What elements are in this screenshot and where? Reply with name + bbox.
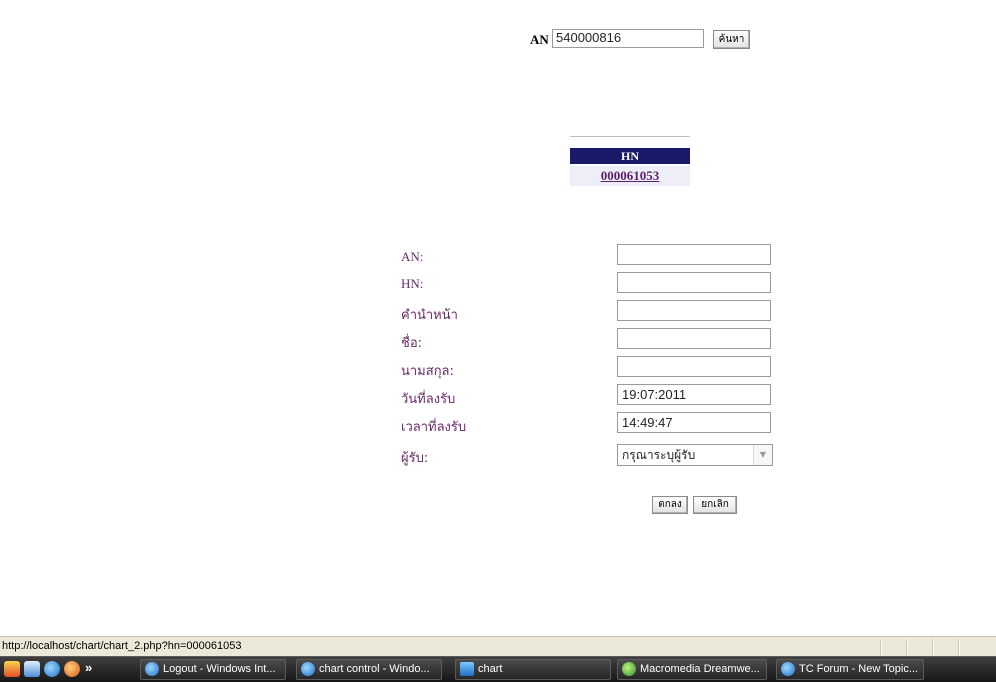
taskbar-item-chart-control[interactable]: chart control - Windo... [296, 659, 442, 680]
folder-icon [460, 662, 474, 676]
an-search-input[interactable]: 540000816 [552, 29, 704, 48]
prefix-field[interactable] [617, 300, 771, 321]
firefox-icon[interactable] [64, 661, 80, 677]
received-time-label: เวลาที่ลงรับ [401, 420, 467, 435]
show-desktop-icon[interactable] [4, 661, 20, 677]
ok-button[interactable]: ตกลง [652, 496, 688, 514]
cancel-button[interactable]: ยกเลิก [693, 496, 737, 514]
received-date-label: วันที่ลงรับ [401, 392, 456, 407]
taskbar-item-chart[interactable]: chart [455, 659, 611, 680]
received-time-field[interactable]: 14:49:47 [617, 412, 771, 433]
quicklaunch-chevron[interactable]: » [85, 660, 92, 675]
receiver-selected-value: กรุณาระบุผู้รับ [622, 448, 696, 462]
status-url: http://localhost/chart/chart_2.php?hn=00… [2, 640, 242, 652]
hn-table-header: HN [570, 148, 690, 164]
taskbar: » Logout - Windows Int... chart control … [0, 656, 996, 682]
receiver-select[interactable]: กรุณาระบุผู้รับ ▼ [617, 444, 773, 466]
hn-field-label: HN: [401, 276, 424, 291]
status-divider [932, 639, 934, 655]
an-search-label: AN [530, 32, 549, 47]
received-date-field[interactable]: 19:07:2011 [617, 384, 771, 405]
an-field[interactable] [617, 244, 771, 265]
hn-table-rule [570, 136, 690, 137]
an-field-label: AN: [401, 249, 424, 264]
search-button[interactable]: ค้นหา [713, 30, 750, 49]
taskbar-item-label: TC Forum - New Topic... [799, 663, 918, 675]
ie-icon[interactable] [44, 661, 60, 677]
firstname-field-label: ชื่อ: [401, 336, 423, 351]
dreamweaver-icon [622, 662, 636, 676]
ie-icon [781, 662, 795, 676]
status-bar: http://localhost/chart/chart_2.php?hn=00… [0, 636, 996, 656]
chevron-down-icon[interactable]: ▼ [753, 445, 772, 465]
hn-field[interactable] [617, 272, 771, 293]
firstname-field[interactable] [617, 328, 771, 349]
ie-icon [301, 662, 315, 676]
lastname-field-label: นามสกุล: [401, 364, 454, 379]
taskbar-item-label: chart control - Windo... [319, 663, 430, 675]
prefix-field-label: คำนำหน้า [401, 308, 458, 323]
lastname-field[interactable] [617, 356, 771, 377]
taskbar-item-label: Macromedia Dreamwe... [640, 663, 760, 675]
taskbar-item-dreamweaver[interactable]: Macromedia Dreamwe... [617, 659, 767, 680]
ie-icon [145, 662, 159, 676]
taskbar-item-logout[interactable]: Logout - Windows Int... [140, 659, 286, 680]
hn-table-cell: 000061053 [570, 166, 690, 186]
hn-link[interactable]: 000061053 [601, 168, 660, 183]
taskbar-item-tc-forum[interactable]: TC Forum - New Topic... [776, 659, 924, 680]
status-divider [880, 639, 882, 655]
status-divider [906, 639, 908, 655]
notepad-icon[interactable] [24, 661, 40, 677]
status-divider [958, 639, 960, 655]
receiver-label: ผู้รับ: [401, 451, 429, 466]
taskbar-item-label: chart [478, 663, 503, 675]
taskbar-item-label: Logout - Windows Int... [163, 663, 276, 675]
